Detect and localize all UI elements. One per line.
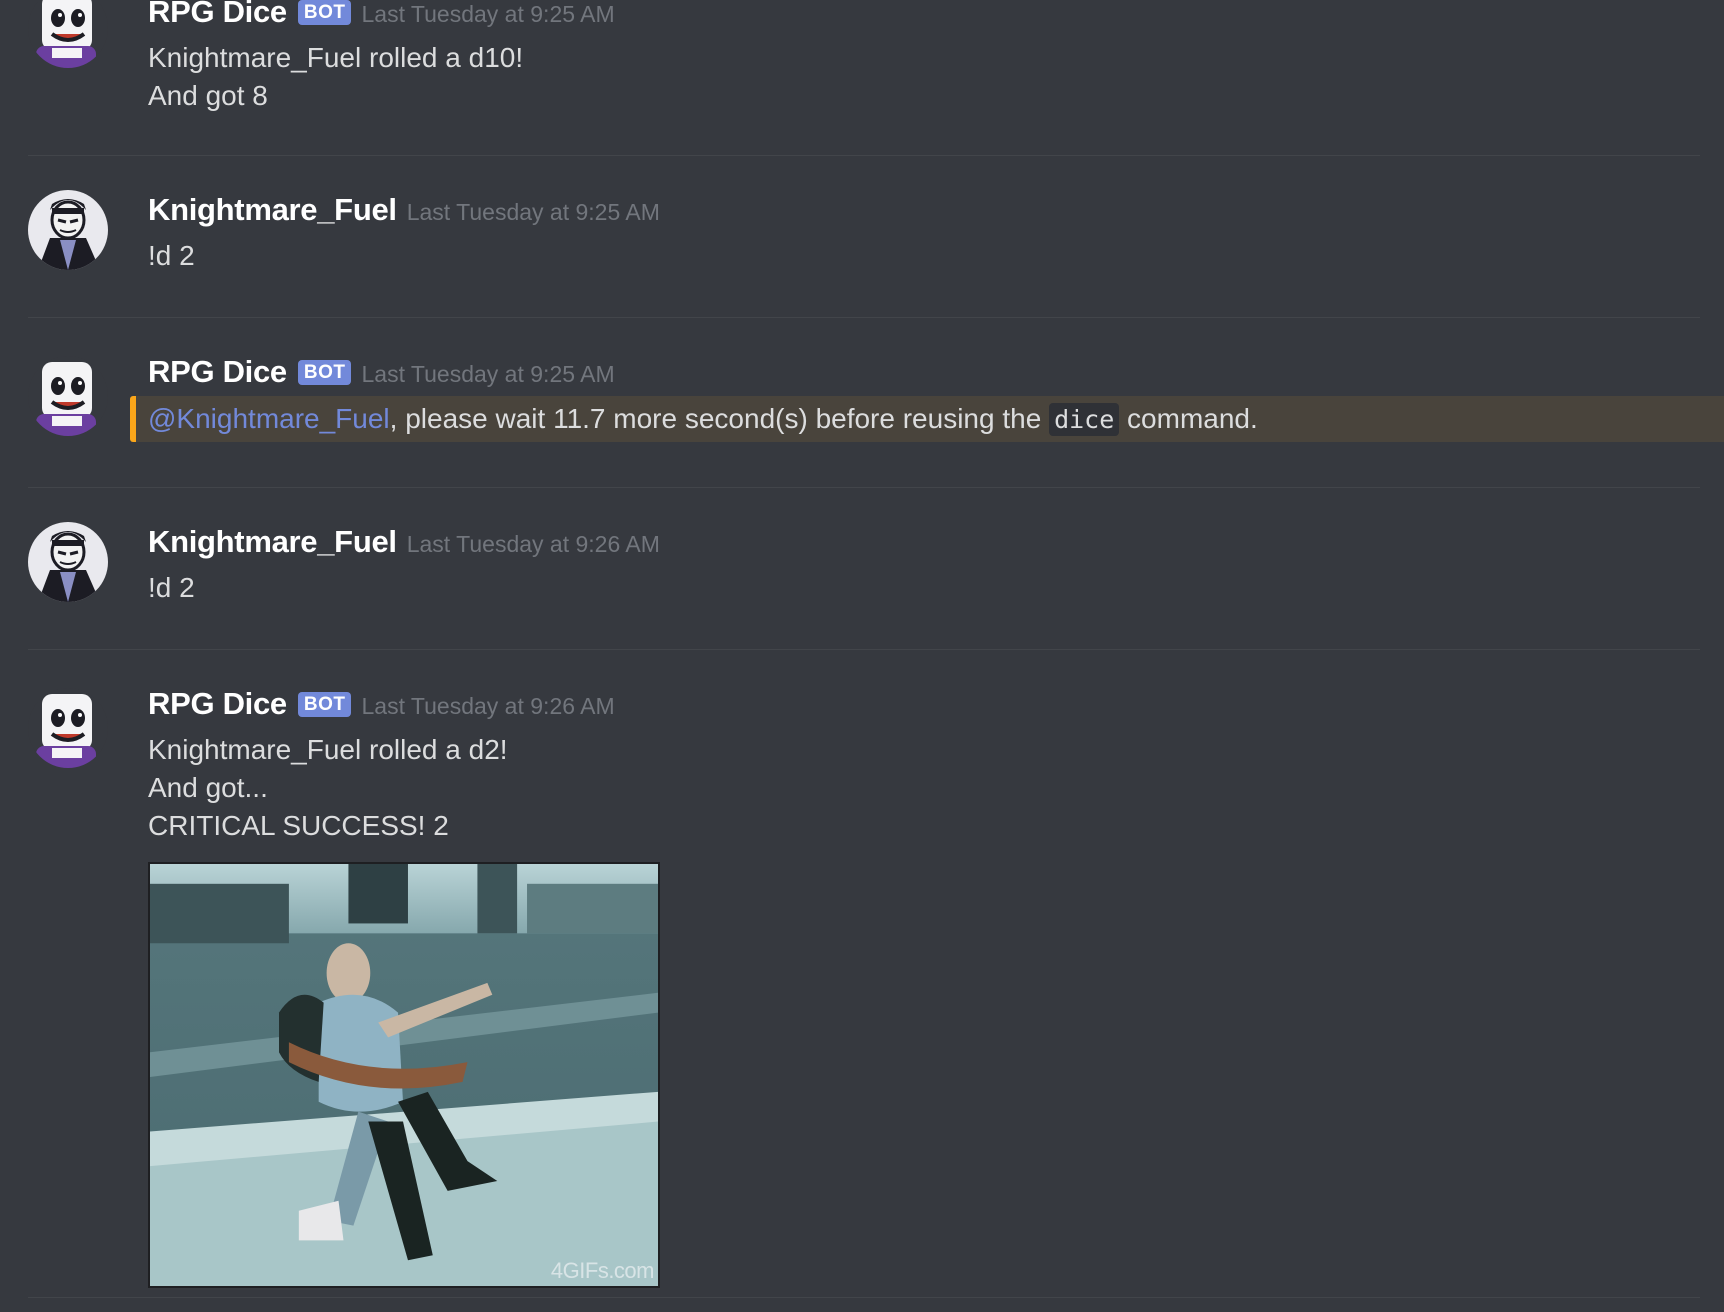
author-name[interactable]: Knightmare_Fuel: [148, 524, 397, 560]
message-timestamp[interactable]: Last Tuesday at 9:26 AM: [407, 531, 660, 558]
chat-message-list: RPG Dice BOT Last Tuesday at 9:25 AM Kni…: [0, 0, 1724, 1312]
message-text: command.: [1119, 403, 1258, 434]
message-line: Knightmare_Fuel rolled a d2!: [148, 734, 508, 765]
message-divider: [28, 649, 1700, 650]
user-avatar-icon[interactable]: [28, 190, 108, 270]
author-name[interactable]: RPG Dice: [148, 686, 287, 722]
bot-avatar-icon[interactable]: [28, 0, 108, 68]
message-divider: [28, 1297, 1700, 1298]
bot-badge: BOT: [297, 360, 352, 385]
author-name[interactable]: Knightmare_Fuel: [148, 192, 397, 228]
message-header: Knightmare_Fuel Last Tuesday at 9:26 AM: [148, 524, 660, 560]
user-avatar-icon[interactable]: [28, 522, 108, 602]
gif-image: [150, 864, 658, 1286]
message-divider: [28, 155, 1700, 156]
message-divider: [28, 487, 1700, 488]
message-timestamp[interactable]: Last Tuesday at 9:25 AM: [407, 199, 660, 226]
message-content: !d 2: [148, 569, 195, 607]
message-header: Knightmare_Fuel Last Tuesday at 9:25 AM: [148, 192, 660, 228]
gif-attachment[interactable]: 4GIFs.com: [148, 862, 660, 1288]
message-line: Knightmare_Fuel rolled a d10!: [148, 42, 524, 73]
message-text: , please wait 11.7 more second(s) before…: [389, 403, 1050, 434]
message-timestamp[interactable]: Last Tuesday at 9:25 AM: [361, 1, 614, 28]
message-header: RPG Dice BOT Last Tuesday at 9:26 AM: [148, 686, 615, 722]
bot-badge: BOT: [297, 692, 352, 717]
message-header: RPG Dice BOT Last Tuesday at 9:25 AM: [148, 0, 615, 30]
gif-watermark: 4GIFs.com: [550, 1258, 655, 1283]
inline-code: dice: [1049, 403, 1120, 436]
bot-avatar-icon[interactable]: [28, 688, 108, 768]
bot-avatar-icon[interactable]: [28, 356, 108, 436]
user-mention[interactable]: @Knightmare_Fuel: [148, 403, 390, 434]
message-divider: [28, 317, 1700, 318]
message-line: !d 2: [148, 572, 195, 603]
message-line: And got 8: [148, 80, 268, 111]
author-name[interactable]: RPG Dice: [148, 0, 287, 30]
message-timestamp[interactable]: Last Tuesday at 9:26 AM: [361, 693, 614, 720]
bot-badge: BOT: [297, 0, 352, 25]
message-line: And got...: [148, 772, 268, 803]
author-name[interactable]: RPG Dice: [148, 354, 287, 390]
message-line: CRITICAL SUCCESS! 2: [148, 810, 449, 841]
message-content: Knightmare_Fuel rolled a d2! And got... …: [148, 731, 508, 845]
message-timestamp[interactable]: Last Tuesday at 9:25 AM: [361, 361, 614, 388]
message-content: !d 2: [148, 237, 195, 275]
message-content: @Knightmare_Fuel, please wait 11.7 more …: [148, 400, 1258, 439]
message-content: Knightmare_Fuel rolled a d10! And got 8: [148, 39, 523, 115]
message-line: !d 2: [148, 240, 195, 271]
message-header: RPG Dice BOT Last Tuesday at 9:25 AM: [148, 354, 615, 390]
